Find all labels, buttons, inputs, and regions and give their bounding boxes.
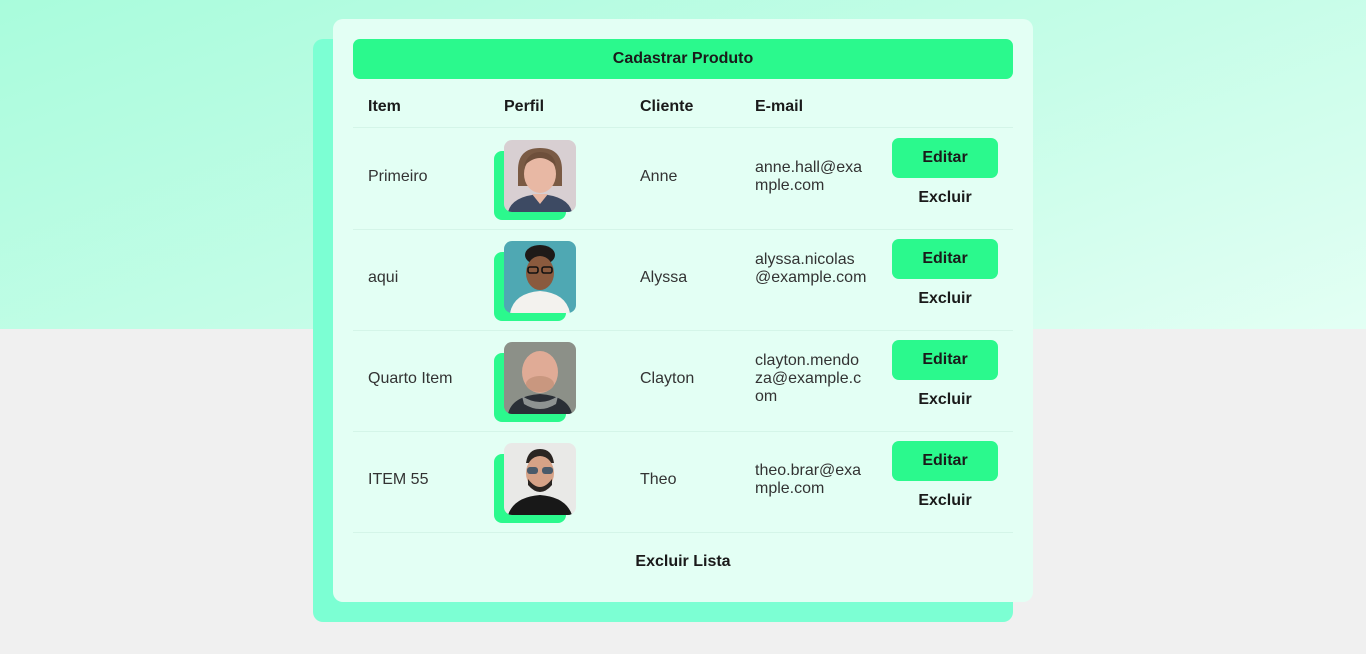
column-header-perfil: Perfil bbox=[504, 98, 545, 115]
client-email: clayton.mendoza@example.com bbox=[755, 352, 862, 405]
avatar bbox=[504, 241, 576, 313]
client-name: Alyssa bbox=[640, 269, 688, 286]
item-name: aqui bbox=[368, 269, 399, 286]
column-header-item: Item bbox=[368, 98, 401, 115]
client-email: anne.hall@example.com bbox=[755, 159, 862, 194]
excluir-button[interactable]: Excluir bbox=[892, 491, 998, 511]
editar-button[interactable]: Editar bbox=[892, 441, 998, 481]
client-name: Anne bbox=[640, 168, 678, 185]
editar-button[interactable]: Editar bbox=[892, 138, 998, 178]
product-card: Cadastrar Produto Item Perfil Cliente E-… bbox=[333, 19, 1033, 602]
table-row: Quarto Item Clayton clayton.mendoza@exam… bbox=[353, 330, 1013, 432]
excluir-button[interactable]: Excluir bbox=[892, 188, 998, 208]
avatar bbox=[504, 443, 576, 515]
excluir-button[interactable]: Excluir bbox=[892, 289, 998, 309]
table-row: ITEM 55 Theo theo.brar@example.com Edita… bbox=[353, 431, 1013, 533]
item-name: Primeiro bbox=[368, 168, 428, 185]
excluir-button[interactable]: Excluir bbox=[892, 390, 998, 410]
cadastrar-produto-button[interactable]: Cadastrar Produto bbox=[353, 39, 1013, 79]
client-email: theo.brar@example.com bbox=[755, 462, 862, 497]
editar-button[interactable]: Editar bbox=[892, 239, 998, 279]
client-name: Clayton bbox=[640, 370, 695, 387]
table-row: Primeiro Anne anne.hall@example.com Edit… bbox=[353, 128, 1013, 230]
table-row: aqui Alyssa alyssa.nicolas@example.com E… bbox=[353, 229, 1013, 331]
column-header-cliente: Cliente bbox=[640, 98, 694, 115]
client-email: alyssa.nicolas@example.com bbox=[755, 251, 867, 286]
avatar bbox=[504, 342, 576, 414]
item-name: Quarto Item bbox=[368, 370, 453, 387]
avatar bbox=[504, 140, 576, 212]
client-name: Theo bbox=[640, 471, 677, 488]
table-header: Item Perfil Cliente E-mail bbox=[353, 87, 1013, 128]
item-name: ITEM 55 bbox=[368, 471, 429, 488]
column-header-email: E-mail bbox=[755, 98, 804, 115]
editar-button[interactable]: Editar bbox=[892, 340, 998, 380]
excluir-lista-button[interactable]: Excluir Lista bbox=[583, 551, 783, 573]
